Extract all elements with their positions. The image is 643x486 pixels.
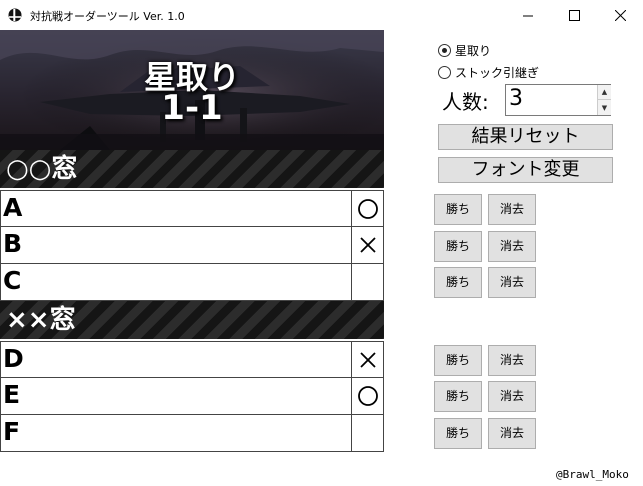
change-font-button[interactable]: フォント変更 <box>438 157 613 183</box>
minimize-icon <box>522 15 533 16</box>
player-row: C <box>0 264 384 301</box>
radio-label: ストック引継ぎ <box>455 66 540 80</box>
player-name: A <box>3 193 23 222</box>
reset-results-button[interactable]: 結果リセット <box>438 124 613 150</box>
win-circle-icon <box>357 386 378 406</box>
spin-down-button[interactable]: ▼ <box>597 100 611 115</box>
result-cell <box>352 227 383 263</box>
result-cell <box>352 415 383 451</box>
window-title: 対抗戦オーダーツール Ver. 1.0 <box>30 10 185 23</box>
player-name: D <box>3 344 24 373</box>
radio-label: 星取り <box>455 44 492 58</box>
loss-cross-icon <box>359 352 376 368</box>
clear-button-b[interactable]: 消去 <box>488 231 536 262</box>
player-count-value[interactable]: 3 <box>509 86 523 111</box>
result-cell <box>352 378 383 414</box>
title-bar: 対抗戦オーダーツール Ver. 1.0 <box>0 0 643 30</box>
clear-button-a[interactable]: 消去 <box>488 194 536 225</box>
win-circle-icon <box>357 199 378 219</box>
radio-mode-stock[interactable]: ストック引継ぎ <box>438 64 539 81</box>
radio-checked-icon <box>438 44 451 57</box>
player-row: D <box>0 341 384 378</box>
result-cell <box>352 342 383 378</box>
team-header-2: ××窓 <box>0 301 384 339</box>
clear-button-c[interactable]: 消去 <box>488 267 536 298</box>
player-row: E <box>0 378 384 415</box>
player-count-label: 人数: <box>442 90 489 114</box>
win-button-d[interactable]: 勝ち <box>434 345 482 376</box>
close-button[interactable] <box>597 0 643 30</box>
score-banner: 星取り 1-1 <box>0 30 384 150</box>
player-name: B <box>3 229 23 258</box>
clear-button-e[interactable]: 消去 <box>488 381 536 412</box>
result-cell <box>352 191 383 227</box>
radio-unchecked-icon <box>438 66 451 79</box>
loss-cross-icon <box>359 237 376 253</box>
player-name: C <box>3 266 22 295</box>
maximize-icon <box>568 9 580 21</box>
player-name: F <box>3 417 21 446</box>
team-header-1: ○○窓 <box>0 150 384 188</box>
score-display: 1-1 <box>161 88 223 128</box>
close-icon <box>614 9 626 21</box>
win-button-b[interactable]: 勝ち <box>434 231 482 262</box>
clear-button-d[interactable]: 消去 <box>488 345 536 376</box>
win-button-f[interactable]: 勝ち <box>434 418 482 449</box>
player-name: E <box>3 380 21 409</box>
spin-up-button[interactable]: ▲ <box>597 85 611 100</box>
win-button-e[interactable]: 勝ち <box>434 381 482 412</box>
player-row: A <box>0 190 384 227</box>
player-row: F <box>0 415 384 452</box>
player-row: B <box>0 227 384 264</box>
author-credit: @Brawl_Moko <box>556 468 629 481</box>
smash-logo-icon <box>8 8 22 22</box>
player-count-spinner[interactable]: 3 ▲ ▼ <box>505 84 611 116</box>
result-cell <box>352 264 383 300</box>
win-button-c[interactable]: 勝ち <box>434 267 482 298</box>
maximize-button[interactable] <box>551 0 597 30</box>
minimize-button[interactable] <box>505 0 551 30</box>
win-button-a[interactable]: 勝ち <box>434 194 482 225</box>
clear-button-f[interactable]: 消去 <box>488 418 536 449</box>
radio-mode-hoshitori[interactable]: 星取り <box>438 42 491 59</box>
